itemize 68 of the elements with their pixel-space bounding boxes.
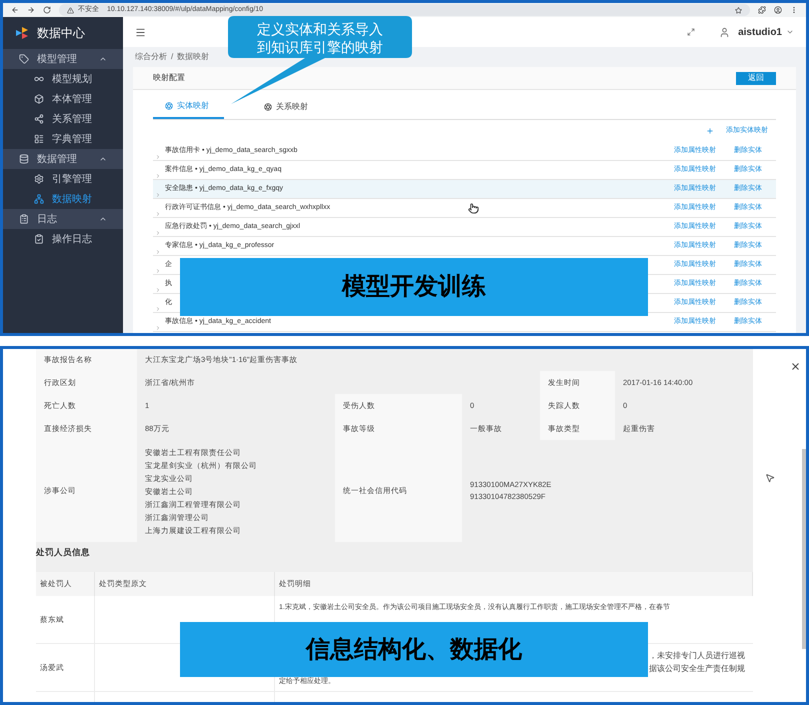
back-button[interactable]: 返回 [736, 72, 776, 84]
app-title: 数据中心 [37, 25, 85, 42]
sidebar-item[interactable]: 引擎管理 [3, 169, 123, 189]
caret-icon [786, 28, 794, 36]
group-icon [19, 154, 29, 164]
item-icon [34, 194, 44, 204]
expand-icon[interactable] [155, 306, 161, 312]
sidebar-item[interactable]: 关系管理 [3, 109, 123, 129]
cursor-icon [765, 473, 775, 483]
close-icon[interactable] [790, 361, 801, 372]
item-icon [34, 134, 44, 144]
group-icon [19, 54, 29, 64]
add-icon [706, 127, 714, 135]
star-icon[interactable] [735, 6, 742, 14]
fullscreen-icon[interactable] [687, 28, 696, 36]
forward-icon[interactable] [27, 6, 35, 14]
tab[interactable]: 关系映射 [252, 95, 320, 119]
expand-icon[interactable] [155, 249, 161, 255]
logo-icon [15, 26, 29, 40]
expand-icon[interactable] [155, 287, 161, 293]
item-icon [34, 94, 44, 104]
caption-toast: 信息结构化、数据化 [180, 622, 648, 677]
cursor-icon [468, 203, 479, 214]
profile-icon[interactable] [774, 6, 782, 14]
expand-icon[interactable] [155, 192, 161, 198]
expand-icon[interactable] [155, 173, 161, 179]
item-icon [34, 234, 44, 244]
reload-icon[interactable] [43, 6, 51, 14]
user-name[interactable]: aistudio1 [738, 24, 782, 40]
caption-toast: 模型开发训练 [180, 258, 648, 316]
back-icon[interactable] [11, 6, 19, 14]
expand-icon[interactable] [155, 325, 161, 331]
callout-text: 到知识库引擎的映射 [257, 38, 383, 56]
tab-icon [264, 103, 272, 111]
user-icon [719, 26, 730, 38]
group-icon [19, 214, 29, 224]
warning-icon [67, 6, 74, 14]
breadcrumb-item[interactable]: 综合分析 [135, 51, 167, 63]
tab[interactable]: 实体映射 [153, 95, 224, 119]
callout-text: 定义实体和关系导入 [257, 20, 383, 38]
scrollbar[interactable] [802, 449, 806, 649]
expand-icon[interactable] [155, 230, 161, 236]
sidebar-group[interactable]: 数据管理 [3, 149, 123, 169]
breadcrumb-item[interactable]: 数据映射 [177, 51, 210, 63]
expand-icon[interactable] [155, 211, 161, 217]
caret-icon [99, 215, 107, 223]
sidebar-item[interactable]: 模型规划 [3, 69, 123, 89]
menu-icon[interactable] [135, 26, 146, 38]
item-icon [34, 174, 44, 184]
item-icon [34, 114, 44, 124]
sidebar-item[interactable]: 数据映射 [3, 189, 123, 209]
breadcrumb-item: / [171, 51, 174, 63]
detail-text: ，未安排专门人员进行巡视 [649, 650, 745, 662]
item-icon [34, 74, 44, 84]
tab-icon [165, 102, 173, 110]
expand-icon[interactable] [155, 268, 161, 274]
card-title: 映射配置 [153, 72, 186, 84]
sidebar-item[interactable]: 操作日志 [3, 229, 123, 249]
sidebar-group[interactable]: 模型管理 [3, 49, 123, 69]
caret-icon [99, 155, 107, 163]
section-title: 处罚人员信息 [36, 546, 90, 559]
sidebar-group[interactable]: 日志 [3, 209, 123, 229]
detail-text: 据该公司安全生产责任制规 [649, 663, 745, 675]
sidebar-item[interactable]: 字典管理 [3, 129, 123, 149]
caret-icon [99, 55, 107, 63]
sidebar-item[interactable]: 本体管理 [3, 89, 123, 109]
expand-icon[interactable] [155, 154, 161, 160]
puzzle-icon[interactable] [758, 6, 766, 14]
